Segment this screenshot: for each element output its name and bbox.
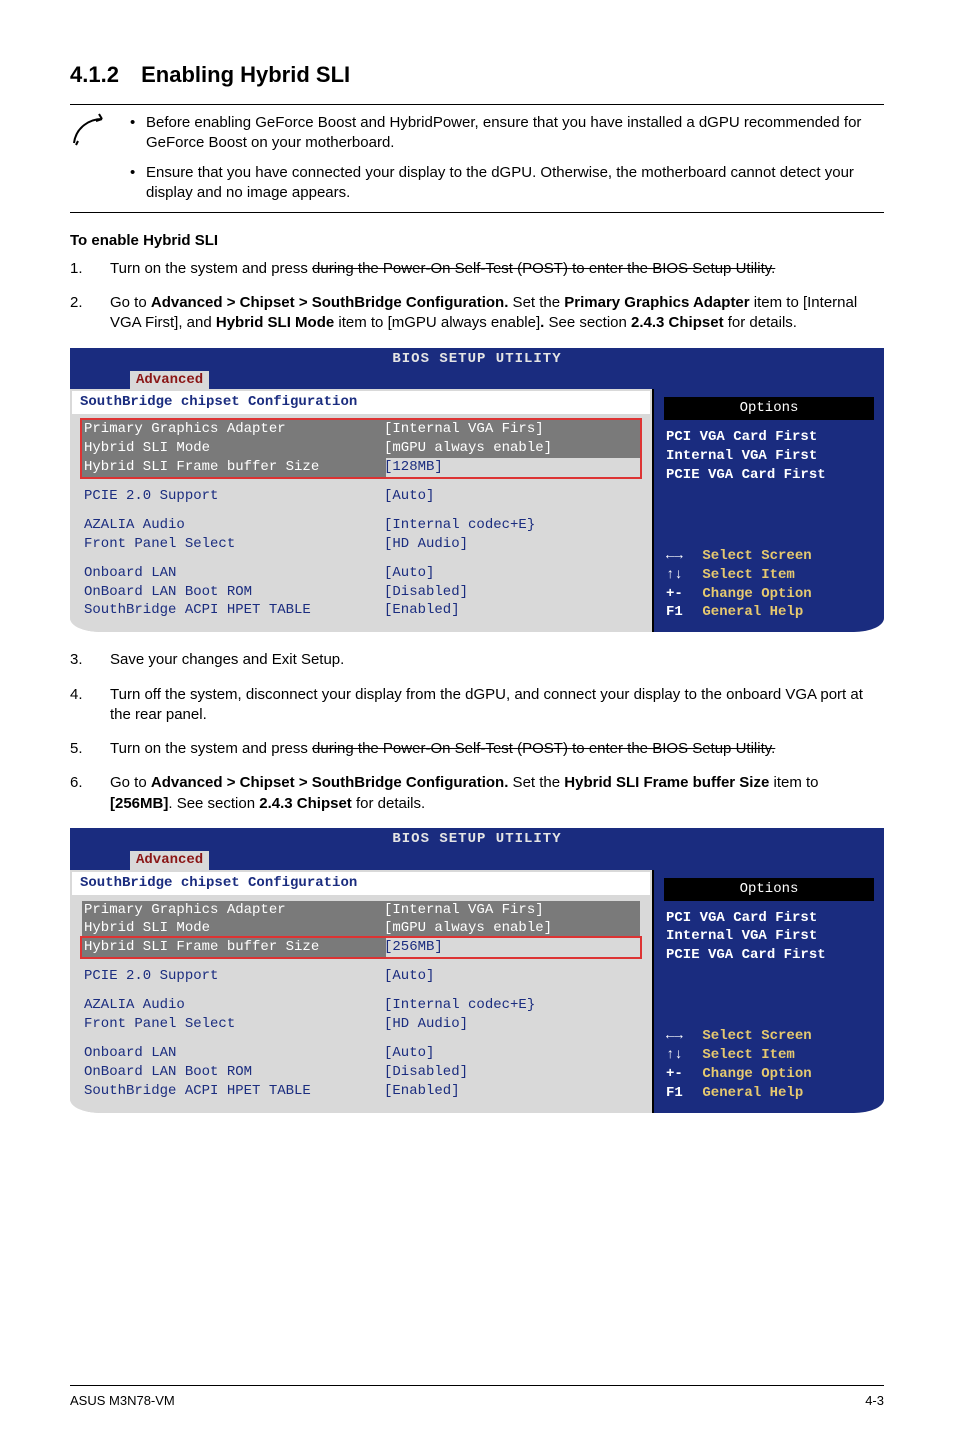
bios-options-list: PCI VGA Card First Internal VGA First PC… [654, 909, 884, 966]
step-item: Turn on the system and press during the … [70, 259, 884, 279]
bios-right-pane: Options PCI VGA Card First Internal VGA … [652, 870, 884, 1113]
bios-key-legend: ←→ Select Screen↑↓ Select Item+- Change … [654, 1023, 884, 1103]
bios-key-legend: ←→ Select Screen↑↓ Select Item+- Change … [654, 543, 884, 623]
bios-options-label: Options [664, 397, 874, 420]
bios-options-label: Options [664, 878, 874, 901]
step-item: Turn off the system, disconnect your dis… [70, 685, 884, 726]
footer-left: ASUS M3N78-VM [70, 1392, 175, 1410]
bios-titlebar: BIOS SETUP UTILITY [70, 348, 884, 371]
bios-titlebar: BIOS SETUP UTILITY [70, 828, 884, 851]
bios-tabrow: Advanced [70, 371, 884, 390]
step-item: Turn on the system and press during the … [70, 739, 884, 759]
bios-left-pane: SouthBridge chipset Configuration Primar… [70, 389, 652, 632]
step-item: Save your changes and Exit Setup. [70, 650, 884, 670]
section-number: 4.1.2 [70, 60, 135, 90]
bios-tabrow: Advanced [70, 851, 884, 870]
step-item: Go to Advanced > Chipset > SouthBridge C… [70, 293, 884, 334]
steps-list-2: Save your changes and Exit Setup. Turn o… [70, 650, 884, 814]
note-icon [70, 113, 114, 155]
page-footer: ASUS M3N78-VM 4-3 [70, 1385, 884, 1410]
bios-left-pane: SouthBridge chipset Configuration Primar… [70, 870, 652, 1113]
footer-right: 4-3 [865, 1392, 884, 1410]
note-item: Ensure that you have connected your disp… [130, 163, 884, 204]
subheading: To enable Hybrid SLI [70, 231, 884, 251]
bios-panel-1: BIOS SETUP UTILITY Advanced SouthBridge … [70, 348, 884, 633]
section-title: Enabling Hybrid SLI [141, 62, 350, 87]
bios-config-heading: SouthBridge chipset Configuration [72, 391, 650, 414]
section-heading: 4.1.2 Enabling Hybrid SLI [70, 60, 884, 90]
bios-panel-2: BIOS SETUP UTILITY Advanced SouthBridge … [70, 828, 884, 1113]
bios-tab-advanced: Advanced [130, 851, 209, 870]
bios-rows: Primary Graphics Adapter[Internal VGA Fi… [84, 418, 638, 620]
bios-tab-advanced: Advanced [130, 371, 209, 390]
note-item: Before enabling GeForce Boost and Hybrid… [130, 113, 884, 154]
bios-right-pane: Options PCI VGA Card First Internal VGA … [652, 389, 884, 632]
steps-list-1: Turn on the system and press during the … [70, 259, 884, 334]
step-item: Go to Advanced > Chipset > SouthBridge C… [70, 773, 884, 814]
note-list: Before enabling GeForce Boost and Hybrid… [114, 113, 884, 204]
bios-options-list: PCI VGA Card First Internal VGA First PC… [654, 428, 884, 485]
bios-config-heading: SouthBridge chipset Configuration [72, 872, 650, 895]
bios-rows: Primary Graphics Adapter[Internal VGA Fi… [84, 901, 638, 1101]
note-box: Before enabling GeForce Boost and Hybrid… [70, 104, 884, 213]
